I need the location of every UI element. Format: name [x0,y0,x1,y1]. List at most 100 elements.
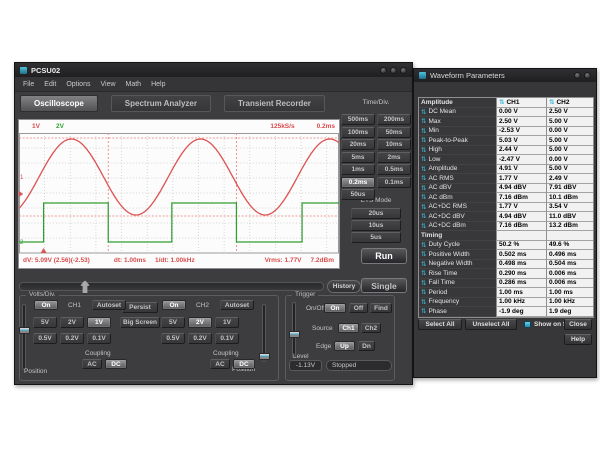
cell-text: 2.50 V [549,108,568,115]
single-button[interactable]: Single [361,278,407,293]
cell-text: 0.502 ms [499,251,526,258]
timediv-0-1ms-button[interactable]: 0.1ms [377,177,411,188]
timediv-200ms-button[interactable]: 200ms [377,114,411,125]
trigger-ch2-button[interactable]: Ch2 [361,323,381,333]
trigger-level-value[interactable]: -1.13V [289,360,322,371]
ch2-0-1v-button[interactable]: 0.1V [215,333,239,344]
horizontal-scrollbar[interactable] [19,282,324,291]
param-name-phase[interactable]: ⇅Phase [419,307,496,317]
trigger-up-button[interactable]: Up [334,341,355,351]
trigger-level-slider-thumb[interactable] [289,331,300,338]
menu-options[interactable]: Options [66,81,90,88]
trigger-group: Trigger On/Off Source Edge Level -1.13V … [285,295,395,381]
ch1-1v-button[interactable]: 1V [87,317,111,328]
trigger-find-button[interactable]: Find [370,303,392,313]
trigger-ch1-button[interactable]: Ch1 [338,323,359,333]
param-name-max[interactable]: ⇅Max [419,117,496,127]
unselect-all-button[interactable]: Unselect All [465,319,517,330]
param-name-ac-rms[interactable]: ⇅AC RMS [419,174,496,184]
param-name-frequency[interactable]: ⇅Frequency [419,298,496,308]
scrollbar-thumb[interactable] [80,280,90,294]
tab-oscilloscope[interactable]: Oscilloscope [20,95,98,112]
param-name-high[interactable]: ⇅High [419,146,496,156]
cell-text: CH2 [556,99,569,106]
timediv-1ms-button[interactable]: 1ms [341,164,375,175]
param-name-dc-mean[interactable]: ⇅DC Mean [419,108,496,118]
menu-file[interactable]: File [23,81,34,88]
ch2-on-button[interactable]: On [162,300,186,310]
trigger-off-button[interactable]: Off [349,303,368,313]
param-name-ac-dc-rms[interactable]: ⇅AC+DC RMS [419,203,496,213]
timediv-5ms-button[interactable]: 5ms [341,152,375,163]
ch1-0-5v-button[interactable]: 0.5V [33,333,57,344]
param-name-ac-dc-dbv[interactable]: ⇅AC+DC dBV [419,212,496,222]
ch1-0-2v-button[interactable]: 0.2V [60,333,84,344]
ch1-5v-button[interactable]: 5V [33,317,57,328]
menu-edit[interactable]: Edit [44,81,56,88]
ch1-position-slider[interactable] [22,304,26,370]
param-ac-dbv-ch1-value: 4.94 dBV [496,184,546,194]
ch2-coupling-ac-button[interactable]: AC [210,359,230,369]
select-all-button[interactable]: Select All [418,319,462,330]
ch2-1v-button[interactable]: 1V [215,317,239,328]
timediv-100ms-button[interactable]: 100ms [341,127,375,138]
timediv-50ms-button[interactable]: 50ms [377,127,411,138]
minimize-button[interactable] [380,67,387,74]
param-name-fall-time[interactable]: ⇅Fall Time [419,279,496,289]
timediv-2ms-button[interactable]: 2ms [377,152,411,163]
param-name-positive-width[interactable]: ⇅Positive Width [419,250,496,260]
ch2-autoset-button[interactable]: Autoset [220,300,254,310]
param-name-duty-cycle[interactable]: ⇅Duty Cycle [419,241,496,251]
ch1-2v-button[interactable]: 2V [60,317,84,328]
ch2-coupling-dc-button[interactable]: DC [233,359,255,369]
ets-20us-button[interactable]: 20us [351,208,401,219]
show-on-screen-checkbox[interactable] [524,321,531,328]
param-name-peak-to-peak[interactable]: ⇅Peak-to-Peak [419,136,496,146]
ets-10us-button[interactable]: 10us [351,220,401,231]
tab-spectrum-analyzer[interactable]: Spectrum Analyzer [111,95,211,112]
ch1-coupling-dc-button[interactable]: DC [105,359,127,369]
param-name-period[interactable]: ⇅Period [419,288,496,298]
timediv-50us-button[interactable]: 50us [341,189,375,200]
ch1-on-button[interactable]: On [34,300,58,310]
timediv-500ms-button[interactable]: 500ms [341,114,375,125]
trigger-level-slider[interactable] [292,302,296,358]
ch2-0-5v-button[interactable]: 0.5V [161,333,185,344]
menu-view[interactable]: View [100,81,115,88]
timediv-0-2ms-button[interactable]: 0.2ms [341,177,375,188]
param-name-amplitude[interactable]: ⇅Amplitude [419,165,496,175]
trigger-dn-button[interactable]: Dn [358,341,375,351]
ets-5us-button[interactable]: 5us [351,232,401,243]
param-name-rise-time[interactable]: ⇅Rise Time [419,269,496,279]
ch2-position-slider[interactable] [262,304,266,362]
run-button[interactable]: Run [361,248,407,264]
help-button[interactable]: Help [564,334,592,345]
timediv-20ms-button[interactable]: 20ms [341,139,375,150]
ch1-autoset-button[interactable]: Autoset [92,300,126,310]
cell-text: Duty Cycle [428,241,459,248]
param-name-ac-dbm[interactable]: ⇅AC dBm [419,193,496,203]
trigger-on-button[interactable]: On [324,303,346,313]
ch2-2v-button[interactable]: 2V [188,317,212,328]
timediv-10ms-button[interactable]: 10ms [377,139,411,150]
maximize-button[interactable] [390,67,397,74]
param-name-min[interactable]: ⇅Min [419,127,496,137]
ch1-position-slider-thumb[interactable] [19,327,30,334]
close-params-button[interactable]: Close [564,319,592,330]
menu-help[interactable]: Help [151,81,165,88]
ch2-position-slider-thumb[interactable] [259,353,270,360]
params-minimize-button[interactable] [574,72,581,79]
param-name-ac-dc-dbm[interactable]: ⇅AC+DC dBm [419,222,496,232]
params-close-button[interactable] [584,72,591,79]
param-name-negative-width[interactable]: ⇅Negative Width [419,260,496,270]
param-name-low[interactable]: ⇅Low [419,155,496,165]
ch1-coupling-ac-button[interactable]: AC [82,359,102,369]
close-button[interactable] [400,67,407,74]
tab-transient-recorder[interactable]: Transient Recorder [224,95,325,112]
ch2-0-2v-button[interactable]: 0.2V [188,333,212,344]
timediv-0-5ms-button[interactable]: 0.5ms [377,164,411,175]
ch2-5v-button[interactable]: 5V [161,317,185,328]
menu-math[interactable]: Math [126,81,142,88]
ch1-0-1v-button[interactable]: 0.1V [87,333,111,344]
param-name-ac-dbv[interactable]: ⇅AC dBV [419,184,496,194]
